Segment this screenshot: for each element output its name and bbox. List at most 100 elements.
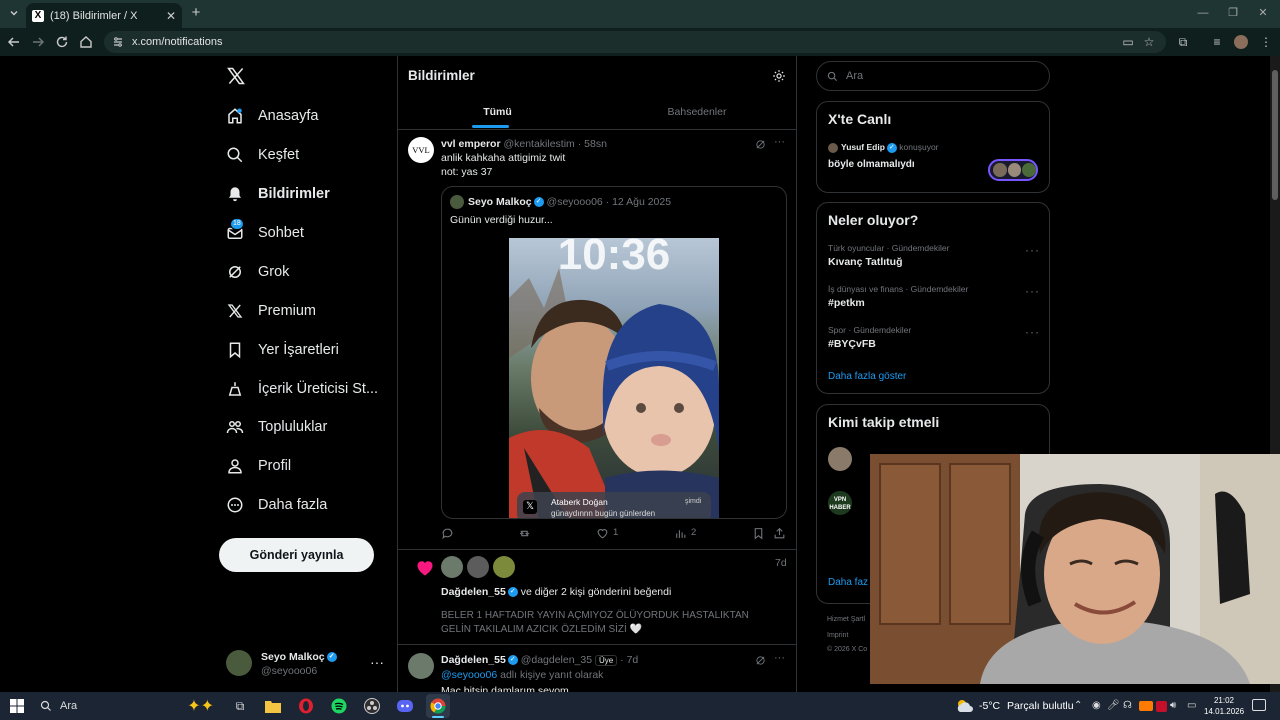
weather-widget[interactable]: -5°C Parçalı bulutlu bbox=[979, 700, 1074, 712]
show-more-trends[interactable]: Daha fazla göster bbox=[828, 371, 906, 382]
live-card-title: X'te Canlı bbox=[828, 111, 892, 127]
post-button[interactable]: Gönderi yayınla bbox=[219, 538, 374, 572]
quoted-tweet[interactable]: Seyo Malkoç ✓ @seyooo06 · 12 Ağu 2025 Gün… bbox=[441, 186, 787, 519]
tray-red-app-icon[interactable] bbox=[1156, 701, 1167, 712]
menu-kebab-icon[interactable]: ⋮ bbox=[1258, 34, 1274, 50]
liker-avatar[interactable] bbox=[441, 556, 463, 578]
live-participants[interactable] bbox=[988, 159, 1038, 181]
sidebar-item-home[interactable]: Anasayfa bbox=[226, 101, 318, 131]
vpn-haber-avatar[interactable]: VPN HABER bbox=[828, 491, 852, 515]
sidebar-item-premium[interactable]: Premium bbox=[226, 296, 316, 326]
reload-button[interactable] bbox=[54, 34, 70, 50]
headset-icon[interactable]: ☊ bbox=[1123, 700, 1132, 711]
restore-button[interactable]: ❐ bbox=[1222, 5, 1244, 21]
like-button[interactable]: 1 bbox=[596, 527, 618, 540]
search-input[interactable]: Ara bbox=[816, 61, 1050, 91]
browser-tab[interactable]: X (18) Bildirimler / X ✕ bbox=[26, 3, 182, 28]
views-button[interactable]: 2 bbox=[674, 527, 696, 540]
grok-icon[interactable] bbox=[755, 139, 766, 150]
network-icon[interactable]: ▭ bbox=[1187, 700, 1196, 711]
sidebar-item-communities[interactable]: Topluluklar bbox=[226, 412, 327, 442]
sidebar-item-chat[interactable]: 18 Sohbet bbox=[226, 218, 304, 248]
back-button[interactable] bbox=[6, 34, 22, 50]
trend-item[interactable]: İş dünyası ve finans · Gündemdekiler #pe… bbox=[828, 284, 1040, 309]
address-bar[interactable]: x.com/notifications bbox=[104, 31, 1166, 53]
tray-overflow-icon[interactable]: ⌃ bbox=[1074, 700, 1082, 711]
reply-icon[interactable] bbox=[441, 527, 454, 540]
show-more-follow[interactable]: Daha faz bbox=[828, 577, 868, 588]
account-switcher[interactable]: Seyo Malkoç ✓ @seyooo06 ··· bbox=[226, 648, 386, 680]
profile-avatar[interactable] bbox=[1234, 35, 1248, 49]
notification-center-icon[interactable] bbox=[1252, 699, 1266, 711]
account-more-icon[interactable]: ··· bbox=[370, 654, 384, 670]
share-icon[interactable] bbox=[773, 527, 786, 540]
reply-author-avatar[interactable] bbox=[408, 653, 434, 679]
tab-mentions[interactable]: Bahsedenler bbox=[597, 94, 797, 130]
new-tab-button[interactable]: + bbox=[188, 5, 204, 21]
tweet-author-handle[interactable]: @kentakilestim bbox=[503, 138, 574, 150]
tweet-more-icon[interactable]: ··· bbox=[774, 136, 785, 148]
trend-more-icon[interactable]: ··· bbox=[1025, 243, 1040, 257]
x-logo-icon[interactable] bbox=[226, 66, 246, 86]
install-app-icon[interactable]: ▭ bbox=[1120, 34, 1136, 50]
reply-more-icon[interactable]: ··· bbox=[774, 652, 785, 664]
sidebar-item-creator-studio[interactable]: İçerik Üreticisi St... bbox=[226, 374, 378, 404]
trend-more-icon[interactable]: ··· bbox=[1025, 325, 1040, 339]
reading-list-icon[interactable]: ≡ bbox=[1209, 34, 1225, 50]
live-host-name[interactable]: Yusuf Edip bbox=[841, 142, 885, 152]
bookmark-icon[interactable] bbox=[752, 527, 765, 540]
weather-icon[interactable] bbox=[955, 696, 975, 716]
sidebar-item-profile[interactable]: Profil bbox=[226, 451, 291, 481]
home-button[interactable] bbox=[78, 34, 94, 50]
tweet-time[interactable]: · 58sn bbox=[578, 138, 607, 150]
grok-icon[interactable] bbox=[755, 655, 766, 666]
live-topic[interactable]: böyle olmamalıydı bbox=[828, 159, 915, 170]
taskbar-clock[interactable]: 21:02 14.01.2026 bbox=[1204, 695, 1244, 717]
chrome-icon[interactable] bbox=[429, 697, 447, 715]
task-view-icon[interactable]: ⧉ bbox=[231, 697, 249, 715]
trend-item[interactable]: Spor · Gündemdekiler #BYÇvFB ··· bbox=[828, 325, 1040, 350]
close-tab-icon[interactable]: ✕ bbox=[166, 9, 176, 23]
liker-name[interactable]: Dağdelen_55 bbox=[441, 586, 506, 598]
sidebar-item-notifications[interactable]: Bildirimler bbox=[226, 179, 330, 209]
liked-post-text[interactable]: BELER 1 HAFTADIR YAYIN AÇMIYOZ ÖLÜYORDUK… bbox=[441, 609, 761, 637]
volume-icon[interactable]: 🔊︎ bbox=[1170, 700, 1176, 711]
scrollbar-thumb[interactable] bbox=[1272, 70, 1278, 200]
cloud-app-icon[interactable] bbox=[1139, 701, 1153, 711]
mention-link[interactable]: @seyooo06 bbox=[441, 669, 497, 681]
reply-author-name[interactable]: Dağdelen_55 bbox=[441, 654, 506, 666]
opera-icon[interactable] bbox=[297, 697, 315, 715]
bookmark-star-icon[interactable]: ☆ bbox=[1141, 34, 1157, 50]
tray-app-icon[interactable]: ◉ bbox=[1092, 700, 1101, 711]
spotify-icon[interactable] bbox=[330, 697, 348, 715]
liker-avatar[interactable] bbox=[467, 556, 489, 578]
sidebar-item-grok[interactable]: Grok bbox=[226, 257, 289, 287]
sidebar-item-more[interactable]: Daha fazla bbox=[226, 490, 327, 520]
minimize-button[interactable]: — bbox=[1192, 5, 1214, 21]
extensions-icon[interactable]: ⧉ bbox=[1175, 34, 1191, 50]
footer-imprint[interactable]: Imprint bbox=[827, 632, 848, 639]
reply-author-handle[interactable]: @dagdelen_35 bbox=[521, 654, 592, 666]
taskbar-search[interactable]: Ara ✦✦ bbox=[32, 694, 220, 718]
sidebar-item-bookmarks[interactable]: Yer İşaretleri bbox=[226, 335, 339, 365]
microphone-icon[interactable]: 🎤︎ bbox=[1107, 700, 1120, 711]
settings-gear-icon[interactable] bbox=[772, 69, 786, 83]
footer-terms[interactable]: Hizmet Şartl bbox=[827, 616, 865, 623]
quoted-media-image[interactable]: 10:36 𝕏 Ataberk Doğan günaydınnn bugün g… bbox=[509, 238, 719, 518]
window-close-button[interactable]: ✕ bbox=[1252, 5, 1274, 21]
trend-item[interactable]: Türk oyuncular · Gündemdekiler Kıvanç Ta… bbox=[828, 243, 1040, 268]
discord-icon[interactable] bbox=[396, 697, 414, 715]
tweet-author-avatar[interactable]: VVL bbox=[408, 137, 434, 163]
windows-start-icon[interactable] bbox=[8, 697, 26, 715]
tweet-author-name[interactable]: vvl emperor bbox=[441, 138, 501, 150]
reply-time[interactable]: · 7d bbox=[620, 654, 638, 666]
tab-search-button[interactable] bbox=[6, 5, 22, 21]
retweet-icon[interactable] bbox=[518, 527, 531, 540]
liker-avatar[interactable] bbox=[493, 556, 515, 578]
forward-button[interactable] bbox=[30, 34, 46, 50]
obs-icon[interactable] bbox=[363, 697, 381, 715]
suggested-user-avatar[interactable] bbox=[828, 447, 852, 471]
file-explorer-icon[interactable] bbox=[264, 697, 282, 715]
trend-more-icon[interactable]: ··· bbox=[1025, 284, 1040, 298]
sidebar-item-explore[interactable]: Keşfet bbox=[226, 140, 299, 170]
